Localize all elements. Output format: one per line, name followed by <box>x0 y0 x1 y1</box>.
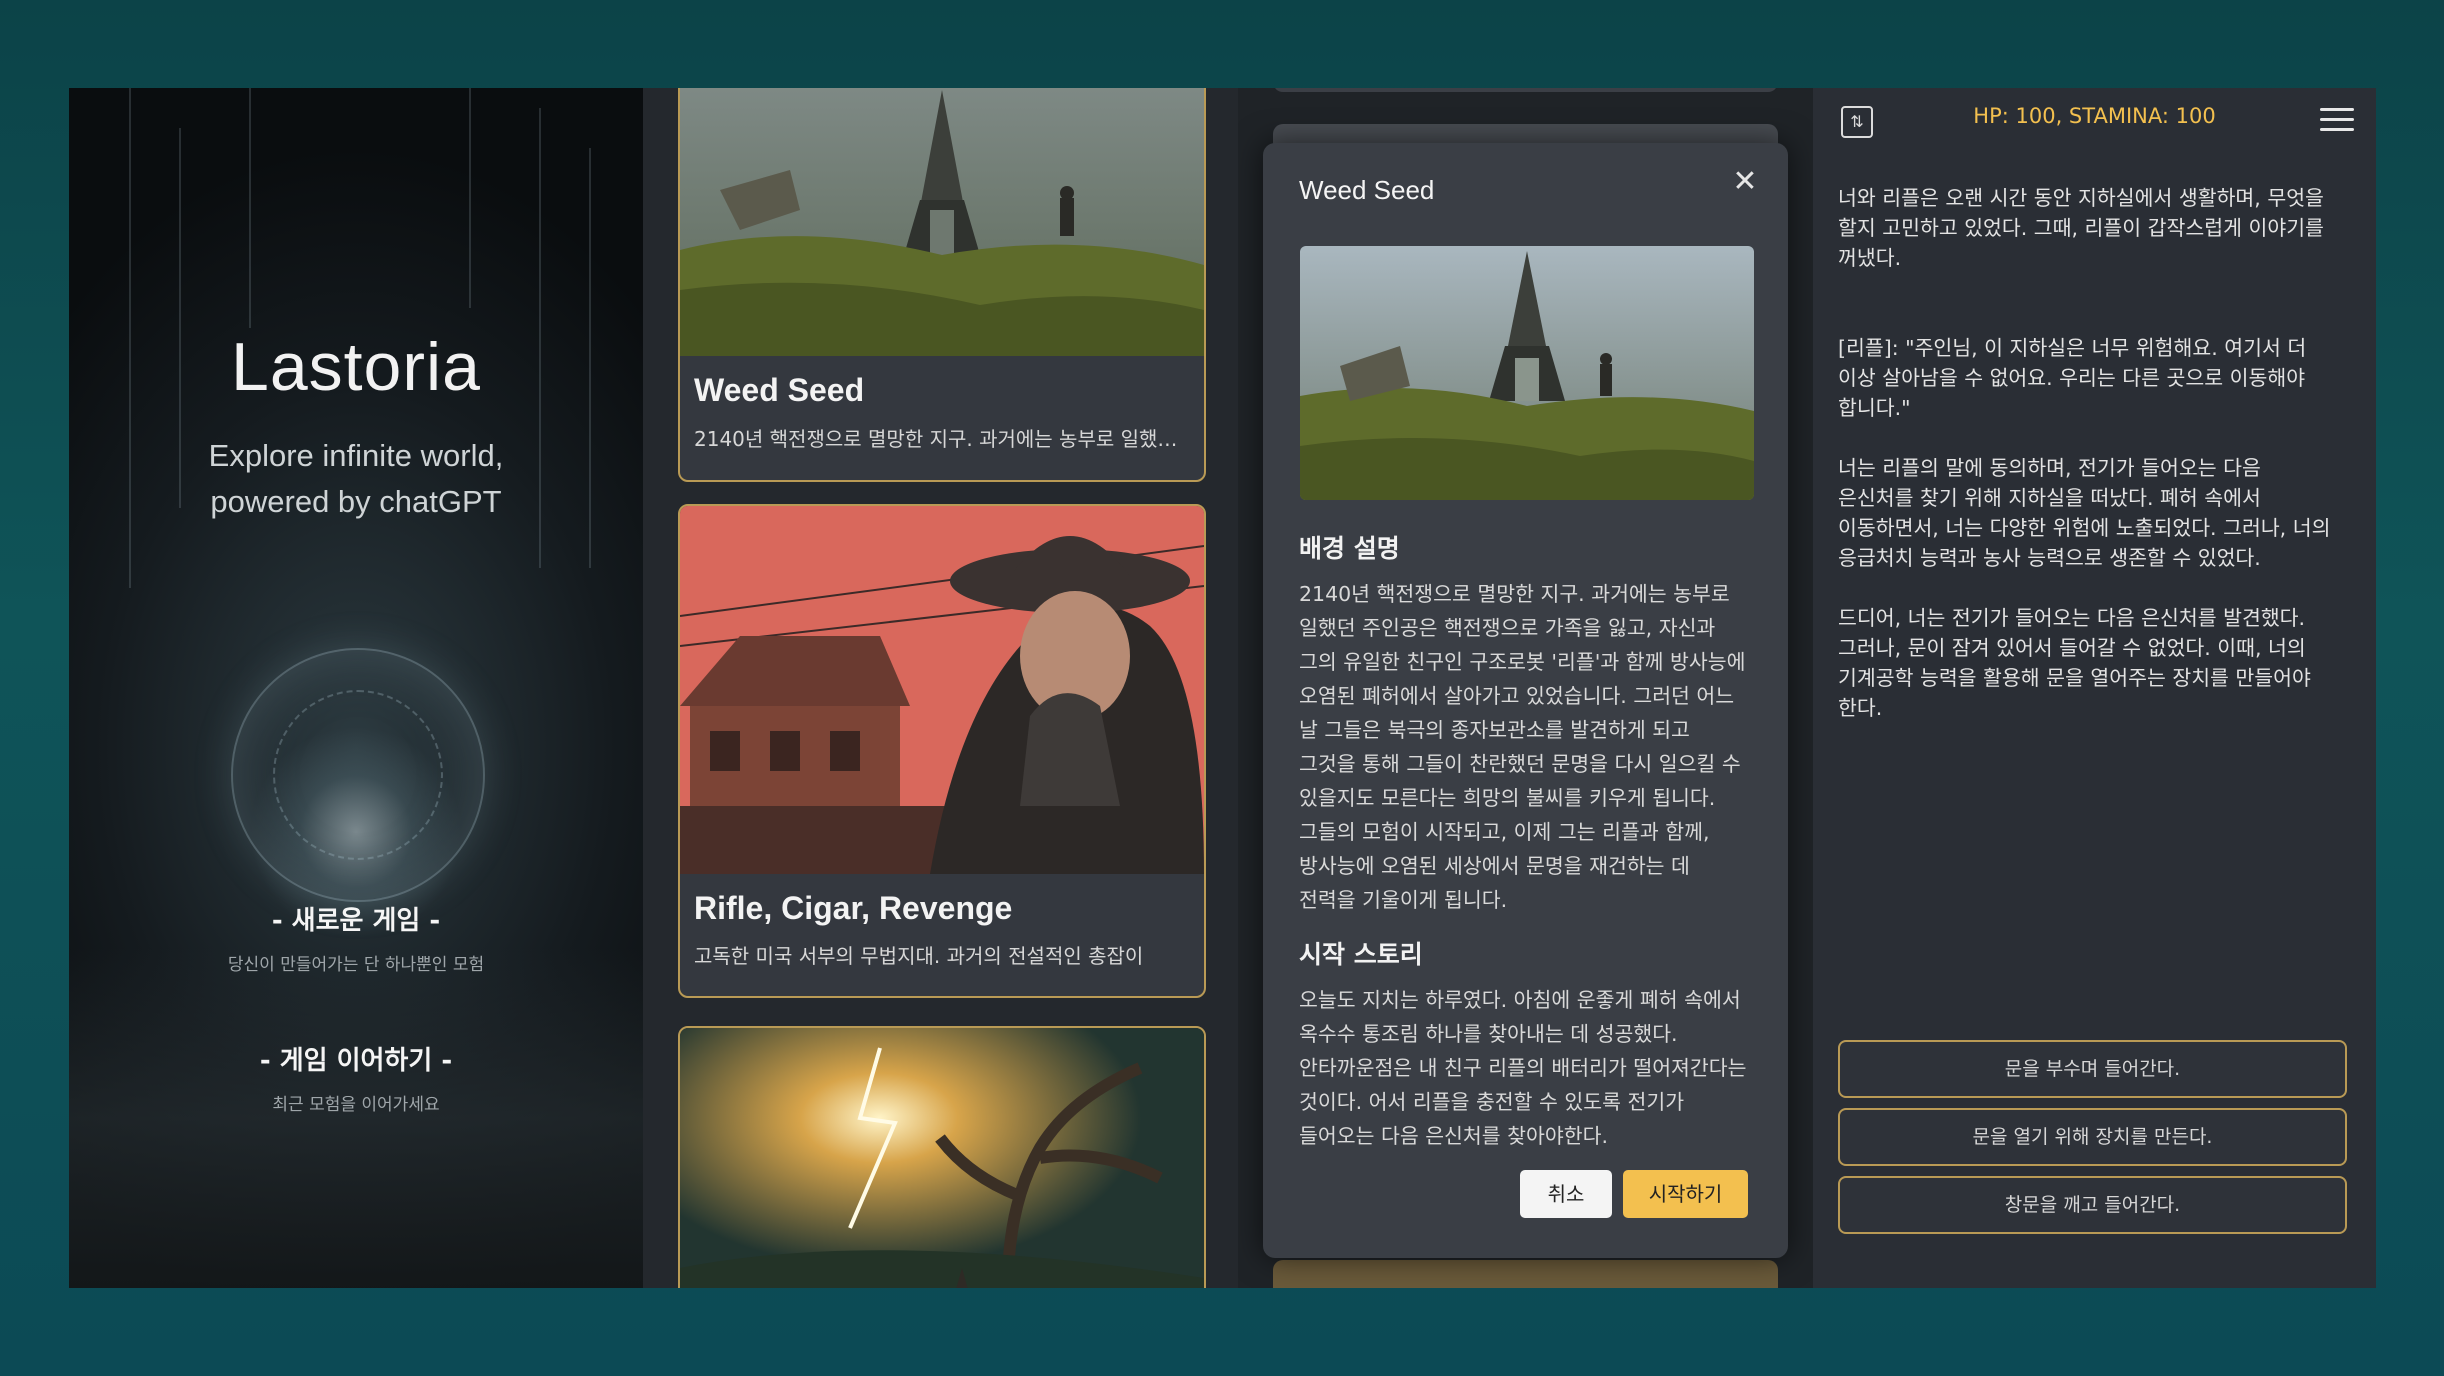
background-heading: 배경 설명 <box>1299 534 1400 563</box>
text-line: 이상 살아남을 수 없어요. 우리는 다른 곳으로 이동해야 <box>1838 366 2306 390</box>
scenario-description: 고독한 미국 서부의 무법지대. 과거의 전설적인 총잡이 <box>694 944 1144 968</box>
scenario-list-panel: Weed Seed 2140년 핵전쟁으로 멸망한 지구. 과거에는 농부로 일… <box>643 88 1238 1288</box>
text-line: 그들의 모험이 시작되고, 이제 그는 리플과 함께, <box>1299 820 1710 844</box>
text-line: 너는 리플의 말에 동의하며, 전기가 들어오는 다음 <box>1838 456 2261 480</box>
subtitle-line: powered by chatGPT <box>210 484 502 519</box>
scenario-modal: Weed Seed ✕ 배경 설명 2140년 핵전쟁으로 멸망한 지구. 과거… <box>1263 143 1788 1258</box>
text-line: [리플]: "주인님, 이 지하실은 너무 위험해요. 여기서 더 <box>1838 336 2307 360</box>
game-screen-panel: ⇅ HP: 100, STAMINA: 100 너와 리플은 오랜 시간 동안 … <box>1813 88 2376 1288</box>
text-line: 옥수수 통조림 하나를 찾아내는 데 성공했다. <box>1299 1022 1678 1046</box>
app-title: Lastoria <box>231 329 481 405</box>
light-streak <box>249 88 251 328</box>
scenario-description: 2140년 핵전쟁으로 멸망한 지구. 과거에는 농부로 일했던 주인공은 핵전… <box>694 427 1184 451</box>
text-line: 그러나, 문이 잠겨 있어서 들어갈 수 없었다. 이때, 너의 <box>1838 636 2306 660</box>
new-game-label: - 새로운 게임 - <box>271 906 441 936</box>
text-line: 기계공학 능력을 활용해 문을 열어주는 장치를 만들어야 <box>1838 666 2311 690</box>
choice-button-break-door[interactable]: 문을 부수며 들어간다. <box>1838 1040 2347 1098</box>
story-paragraph: 너는 리플의 말에 동의하며, 전기가 들어오는 다음 은신처를 찾기 위해 지… <box>1838 453 2350 573</box>
text-line: 응급처치 능력과 농사 능력으로 생존할 수 있었다. <box>1838 546 2261 570</box>
choice-button-break-window[interactable]: 창문을 깨고 들어간다. <box>1838 1176 2347 1234</box>
background-card <box>1273 88 1778 92</box>
text-line: 꺼냈다. <box>1838 246 1902 270</box>
corridor-floor <box>69 948 643 1288</box>
starting-story-text: 오늘도 지치는 하루였다. 아침에 운좋게 폐허 속에서 옥수수 통조림 하나를… <box>1299 983 1759 1153</box>
new-game-description: 당신이 만들어가는 단 하나뿐인 모험 <box>227 955 485 975</box>
text-line: 은신처를 찾기 위해 지하실을 떠났다. 폐허 속에서 <box>1838 486 2261 510</box>
scenario-image-wizard-lightning <box>680 1028 1204 1288</box>
text-line: 그것을 통해 그들이 찬란했던 문명을 다시 일으킬 수 <box>1299 752 1741 776</box>
app-subtitle: Explore infinite world, powered by chatG… <box>69 433 643 525</box>
background-description: 2140년 핵전쟁으로 멸망한 지구. 과거에는 농부로 일했던 주인공은 핵전… <box>1299 577 1759 917</box>
modal-title: Weed Seed <box>1299 175 1435 205</box>
continue-game-description: 최근 모험을 이어가세요 <box>272 1095 440 1115</box>
text-line: 그의 유일한 친구인 구조로봇 '리플'과 함께 방사능에 <box>1299 650 1746 674</box>
title-screen-panel: Lastoria Explore infinite world, powered… <box>69 88 643 1288</box>
light-streak <box>469 88 471 308</box>
text-line: 방사능에 오염된 세상에서 문명을 재건하는 데 <box>1299 854 1690 878</box>
menu-line <box>2320 118 2354 121</box>
text-line: 합니다." <box>1838 396 1911 420</box>
text-line: 할지 고민하고 있었다. 그때, 리플이 갑작스럽게 이야기를 <box>1838 216 2324 240</box>
continue-game-label: - 게임 이어하기 - <box>259 1046 453 1076</box>
text-line: 이동하면서, 너는 다양한 위험에 노출되었다. 그러나, 너의 <box>1838 516 2331 540</box>
scenario-image-western-gunslinger <box>680 506 1204 874</box>
text-line: 있을지도 모른다는 희망의 불씨를 키우게 됩니다. <box>1299 786 1716 810</box>
text-line: 안타까운점은 내 친구 리플의 배터리가 떨어져간다는 <box>1299 1056 1747 1080</box>
text-line: 한다. <box>1838 696 1883 720</box>
scenario-card-fantasy[interactable] <box>678 1026 1206 1288</box>
portal-illustration <box>231 648 485 902</box>
text-line: 일했던 주인공은 핵전쟁으로 가족을 잃고, 자신과 <box>1299 616 1716 640</box>
text-line: 날 그들은 북극의 종자보관소를 발견하게 되고 <box>1299 718 1690 742</box>
text-line: 2140년 핵전쟁으로 멸망한 지구. 과거에는 농부로 <box>1299 582 1730 606</box>
background-card <box>1273 1260 1778 1288</box>
story-heading: 시작 스토리 <box>1299 940 1423 969</box>
text-line: 너와 리플은 오랜 시간 동안 지하실에서 생활하며, 무엇을 <box>1838 186 2324 210</box>
status-bar: HP: 100, STAMINA: 100 <box>1973 104 2216 128</box>
text-line: 오늘도 지치는 하루였다. 아침에 운좋게 폐허 속에서 <box>1299 988 1741 1012</box>
text-line: 전력을 기울이게 됩니다. <box>1299 888 1508 912</box>
scenario-title: Weed Seed <box>694 372 865 408</box>
story-paragraph: 너와 리플은 오랜 시간 동안 지하실에서 생활하며, 무엇을 할지 고민하고 … <box>1838 183 2350 273</box>
start-button[interactable]: 시작하기 <box>1623 1170 1748 1218</box>
subtitle-line: Explore infinite world, <box>208 438 504 473</box>
scenario-detail-panel: Weed Seed ✕ 배경 설명 2140년 핵전쟁으로 멸망한 지구. 과거… <box>1238 88 1813 1288</box>
choice-button-build-device[interactable]: 문을 열기 위해 장치를 만든다. <box>1838 1108 2347 1166</box>
scenario-title: Rifle, Cigar, Revenge <box>694 890 1013 926</box>
menu-line <box>2320 128 2354 131</box>
story-paragraph: 드디어, 너는 전기가 들어오는 다음 은신처를 발견했다. 그러나, 문이 잠… <box>1838 603 2350 723</box>
cancel-button[interactable]: 취소 <box>1520 1170 1612 1218</box>
scenario-card-weed-seed[interactable]: Weed Seed 2140년 핵전쟁으로 멸망한 지구. 과거에는 농부로 일… <box>678 88 1206 482</box>
menu-line <box>2320 108 2354 111</box>
text-line: 것이다. 어서 리플을 충전할 수 있도록 전기가 <box>1299 1090 1685 1114</box>
text-line: 드디어, 너는 전기가 들어오는 다음 은신처를 발견했다. <box>1838 606 2306 630</box>
text-line: 오염된 폐허에서 살아가고 있었습니다. 그러던 어느 <box>1299 684 1735 708</box>
hamburger-menu-icon[interactable] <box>2320 106 2354 134</box>
scenario-image-ruined-eiffel-tower <box>680 88 1204 356</box>
text-line: 들어오는 다음 은신처를 찾아야한다. <box>1299 1124 1608 1148</box>
story-paragraph: [리플]: "주인님, 이 지하실은 너무 위험해요. 여기서 더 이상 살아남… <box>1838 333 2350 423</box>
close-icon[interactable]: ✕ <box>1728 165 1762 199</box>
scenario-card-rifle-cigar-revenge[interactable]: Rifle, Cigar, Revenge 고독한 미국 서부의 무법지대. 과… <box>678 504 1206 998</box>
modal-image-ruined-eiffel-tower <box>1300 246 1754 500</box>
